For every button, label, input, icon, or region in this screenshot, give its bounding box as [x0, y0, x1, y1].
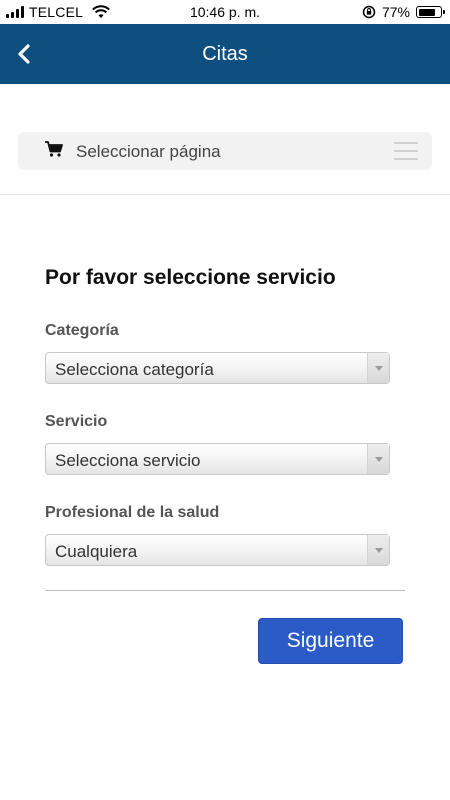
chevron-down-icon — [367, 535, 389, 565]
service-select[interactable]: Selecciona servicio — [45, 443, 390, 475]
form-divider — [45, 590, 405, 591]
professional-select[interactable]: Cualquiera — [45, 534, 390, 566]
cart-icon — [45, 141, 63, 157]
status-right: 77% — [362, 4, 445, 20]
service-label: Servicio — [45, 413, 108, 430]
page-title: Citas — [202, 43, 248, 65]
rotation-lock-icon — [362, 5, 376, 19]
status-bar: TELCEL 10:46 p. m. 77% — [0, 0, 450, 24]
navbar: Citas — [0, 24, 450, 84]
next-button[interactable]: Siguiente — [258, 618, 403, 664]
form-title: Por favor seleccione servicio — [45, 266, 336, 289]
page-selector-label: Seleccionar página — [76, 142, 221, 161]
hamburger-menu-icon[interactable] — [394, 142, 418, 160]
category-select[interactable]: Selecciona categoría — [45, 352, 390, 384]
header-divider — [0, 194, 450, 195]
battery-icon — [416, 6, 445, 18]
professional-select-value: Cualquiera — [55, 542, 138, 561]
battery-percent: 77% — [381, 4, 410, 20]
category-label: Categoría — [45, 322, 119, 339]
category-select-value: Selecciona categoría — [55, 360, 214, 379]
chevron-down-icon — [367, 444, 389, 474]
chevron-down-icon — [367, 353, 389, 383]
battery-fill — [418, 8, 435, 16]
service-select-value: Selecciona servicio — [55, 451, 201, 470]
page-selector[interactable]: Seleccionar página — [18, 132, 432, 170]
professional-label: Profesional de la salud — [45, 504, 220, 521]
